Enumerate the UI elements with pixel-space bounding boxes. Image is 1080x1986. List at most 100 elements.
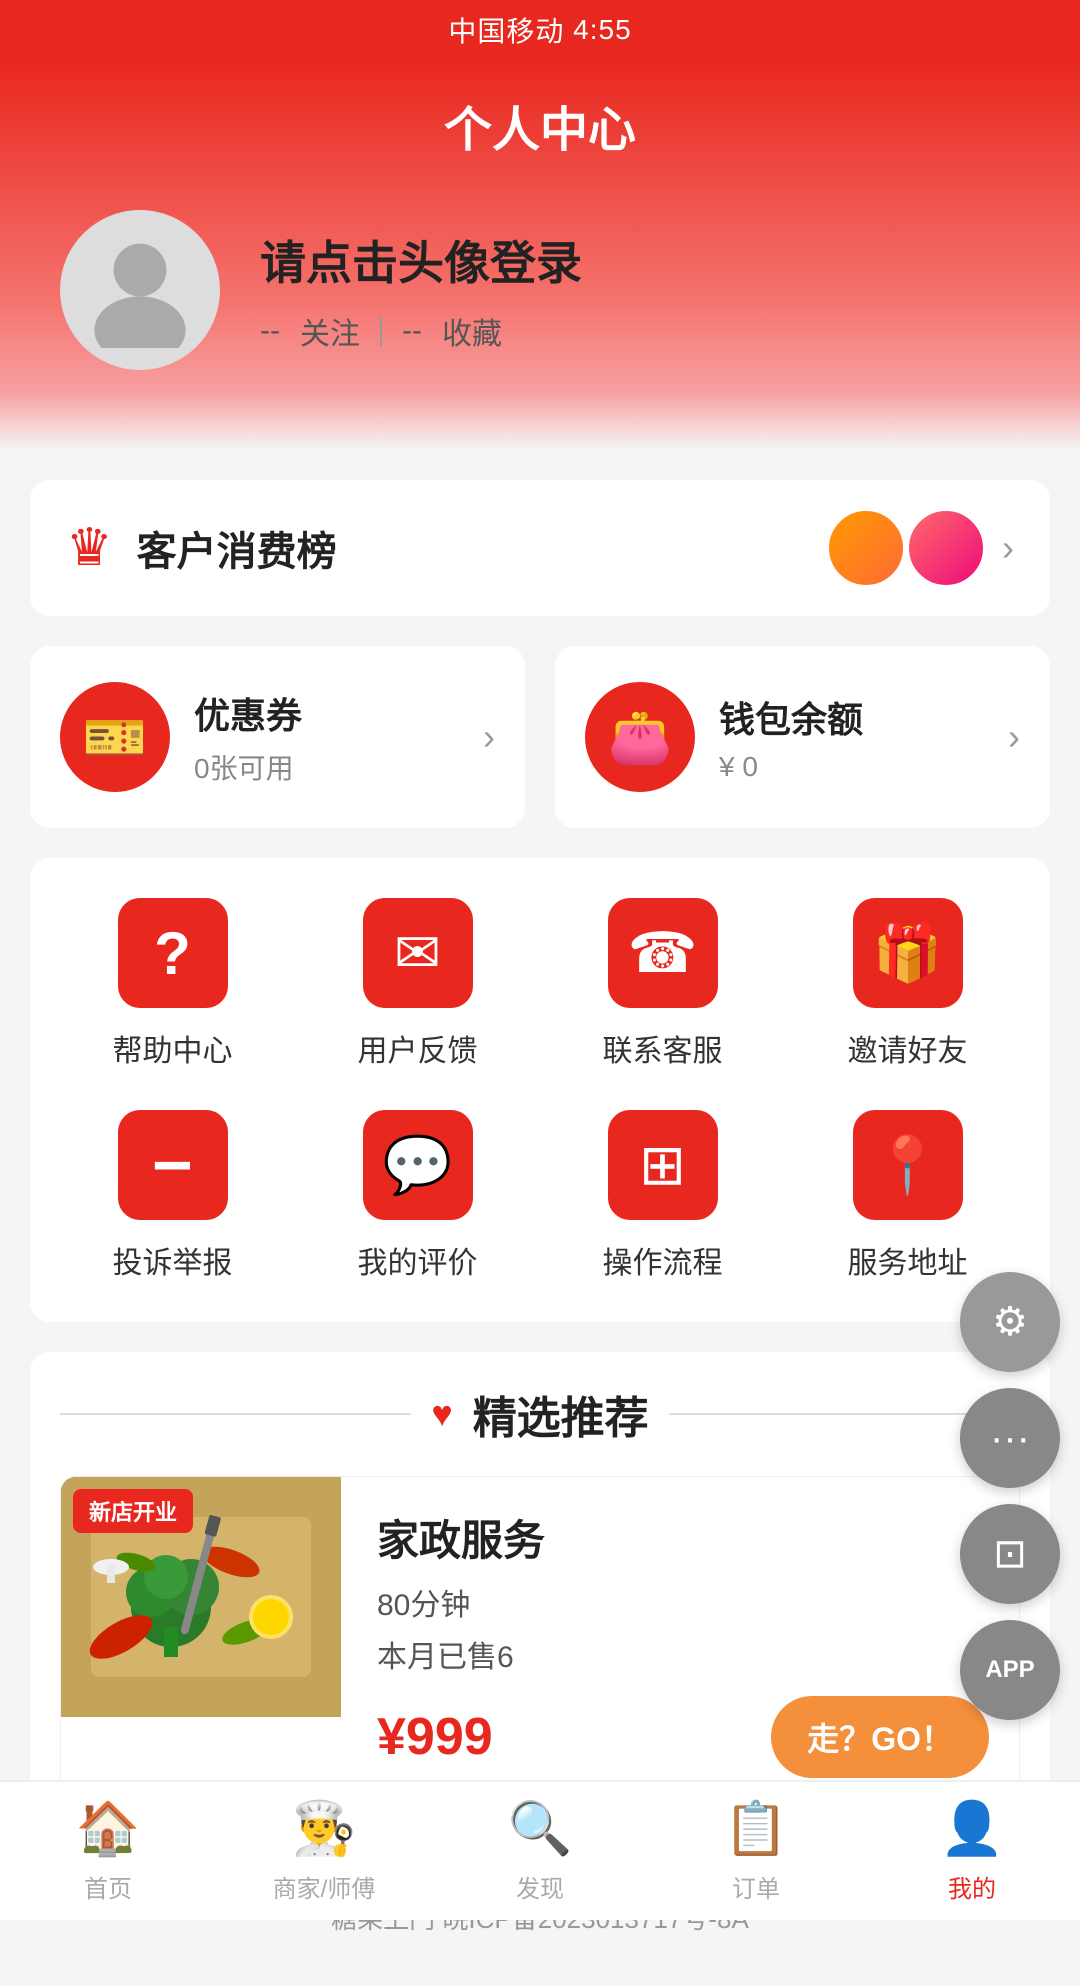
balance-name: 钱包余额 (719, 691, 863, 743)
settings-float-button[interactable]: ⚙ (960, 1272, 1060, 1372)
help-icon: ? (118, 898, 228, 1008)
wallet-row: 🎫 优惠券 0张可用 › 👛 钱包余额 ¥ 0 › (30, 646, 1050, 828)
nav-merchant-label: 商家/师傅 (273, 1869, 376, 1904)
orders-icon: 📋 (724, 1798, 789, 1859)
product-sold: 本月已售6 (377, 1632, 989, 1676)
ranking-avatars (826, 508, 986, 588)
invite-item[interactable]: 🎁 邀请好友 (808, 898, 1008, 1070)
featured-header: ♥ 精选推荐 (60, 1382, 1020, 1446)
address-label: 服务地址 (848, 1238, 968, 1282)
balance-card[interactable]: 👛 钱包余额 ¥ 0 › (555, 646, 1050, 828)
profile-nav-icon: 👤 (940, 1798, 1005, 1859)
nav-orders[interactable]: 📋 订单 (648, 1782, 864, 1920)
review-label: 我的评价 (358, 1238, 478, 1282)
complaint-icon: − (118, 1110, 228, 1220)
ranking-left: ♛ 客户消费榜 (66, 518, 337, 578)
divider (380, 316, 382, 346)
feedback-label: 用户反馈 (358, 1026, 478, 1070)
icon-grid: ? 帮助中心 ✉ 用户反馈 ☎ 联系客服 🎁 邀请好友 − 投诉举报 💬 (30, 858, 1050, 1322)
nav-profile-label: 我的 (948, 1869, 996, 1904)
featured-line-left (60, 1413, 411, 1415)
coupon-card[interactable]: 🎫 优惠券 0张可用 › (30, 646, 525, 828)
address-item[interactable]: 📍 服务地址 (808, 1110, 1008, 1282)
heart-icon: ♥ (431, 1393, 452, 1435)
icon-row-1: ? 帮助中心 ✉ 用户反馈 ☎ 联系客服 🎁 邀请好友 (50, 898, 1030, 1070)
ranking-card[interactable]: ♛ 客户消费榜 › (30, 480, 1050, 616)
contact-label: 联系客服 (603, 1026, 723, 1070)
balance-text: 钱包余额 ¥ 0 (719, 691, 863, 783)
login-prompt[interactable]: 请点击头像登录 (260, 227, 582, 293)
product-duration: 80分钟 (377, 1580, 989, 1624)
crown-icon: ♛ (66, 518, 113, 578)
new-badge: 新店开业 (73, 1489, 193, 1533)
balance-left: 👛 钱包余额 ¥ 0 (585, 682, 863, 792)
follow-value: -- (260, 314, 280, 348)
coupon-left: 🎫 优惠券 0张可用 (60, 682, 302, 792)
balance-chevron-icon: › (1008, 716, 1020, 758)
chat-float-button[interactable]: ··· (960, 1388, 1060, 1488)
review-item[interactable]: 💬 我的评价 (318, 1110, 518, 1282)
nav-discover-label: 发现 (516, 1869, 564, 1904)
help-center-item[interactable]: ? 帮助中心 (73, 898, 273, 1070)
food-avatar-1 (826, 508, 906, 588)
contact-item[interactable]: ☎ 联系客服 (563, 898, 763, 1070)
complaint-label: 投诉举报 (113, 1238, 233, 1282)
floating-buttons: ⚙ ··· ⊡ APP (960, 1272, 1060, 1720)
nav-orders-label: 订单 (732, 1869, 780, 1904)
nav-discover[interactable]: 🔍 发现 (432, 1782, 648, 1920)
scan-float-button[interactable]: ⊡ (960, 1504, 1060, 1604)
review-icon: 💬 (363, 1110, 473, 1220)
nav-home-label: 首页 (84, 1869, 132, 1904)
profile-info: 请点击头像登录 -- 关注 -- 收藏 (260, 227, 582, 353)
profile-section: 请点击头像登录 -- 关注 -- 收藏 (0, 210, 1080, 410)
address-icon: 📍 (853, 1110, 963, 1220)
featured-section: ♥ 精选推荐 (30, 1352, 1050, 1839)
feedback-item[interactable]: ✉ 用户反馈 (318, 898, 518, 1070)
help-label: 帮助中心 (113, 1026, 233, 1070)
nav-profile[interactable]: 👤 我的 (864, 1782, 1080, 1920)
featured-title: 精选推荐 (473, 1382, 649, 1446)
process-item[interactable]: ⊞ 操作流程 (563, 1110, 763, 1282)
bottom-nav: 🏠 首页 👨‍🍳 商家/师傅 🔍 发现 📋 订单 👤 我的 (0, 1780, 1080, 1920)
coupon-value: 0张可用 (194, 747, 302, 787)
feedback-icon: ✉ (363, 898, 473, 1008)
merchant-icon: 👨‍🍳 (292, 1798, 357, 1859)
ranking-title: 客户消费榜 (137, 519, 337, 577)
coupon-chevron-icon: › (483, 716, 495, 758)
wallet-icon: 👛 (585, 682, 695, 792)
coupon-text: 优惠券 0张可用 (194, 687, 302, 787)
invite-label: 邀请好友 (848, 1026, 968, 1070)
coupon-name: 优惠券 (194, 687, 302, 739)
product-name: 家政服务 (377, 1507, 989, 1568)
time: 4:55 (573, 14, 632, 46)
process-label: 操作流程 (603, 1238, 723, 1282)
complaint-item[interactable]: − 投诉举报 (73, 1110, 273, 1282)
follow-label: 关注 (300, 309, 360, 353)
discover-icon: 🔍 (508, 1798, 573, 1859)
home-icon: 🏠 (76, 1798, 141, 1859)
food-avatar-2 (906, 508, 986, 588)
go-button[interactable]: 走？GO！ (771, 1696, 989, 1778)
status-bar: 中国移动 4:55 (0, 0, 1080, 60)
header-area: 个人中心 请点击头像登录 -- 关注 -- 收藏 (0, 60, 1080, 450)
product-info: 家政服务 80分钟 本月已售6 ¥999 走？GO！ (341, 1477, 1019, 1808)
content-area: ♛ 客户消费榜 › 🎫 优惠券 0张可用 › 👛 (0, 450, 1080, 1986)
ranking-right: › (826, 508, 1014, 588)
avatar-icon (80, 228, 200, 353)
chevron-right-icon: › (1002, 527, 1014, 569)
invite-icon: 🎁 (853, 898, 963, 1008)
nav-home[interactable]: 🏠 首页 (0, 1782, 216, 1920)
page-title: 个人中心 (0, 60, 1080, 210)
icon-row-2: − 投诉举报 💬 我的评价 ⊞ 操作流程 📍 服务地址 (50, 1110, 1030, 1282)
avatar[interactable] (60, 210, 220, 370)
product-image-wrapper: 新店开业 (61, 1477, 341, 1808)
product-card[interactable]: 新店开业 家政服务 80分钟 本月已售6 ¥999 走？GO！ (60, 1476, 1020, 1809)
nav-merchant[interactable]: 👨‍🍳 商家/师傅 (216, 1782, 432, 1920)
carrier: 中国移动 (448, 10, 564, 50)
contact-icon: ☎ (608, 898, 718, 1008)
product-bottom: ¥999 走？GO！ (377, 1696, 989, 1778)
coupon-icon: 🎫 (60, 682, 170, 792)
collect-value: -- (402, 314, 422, 348)
app-float-button[interactable]: APP (960, 1620, 1060, 1720)
process-icon: ⊞ (608, 1110, 718, 1220)
